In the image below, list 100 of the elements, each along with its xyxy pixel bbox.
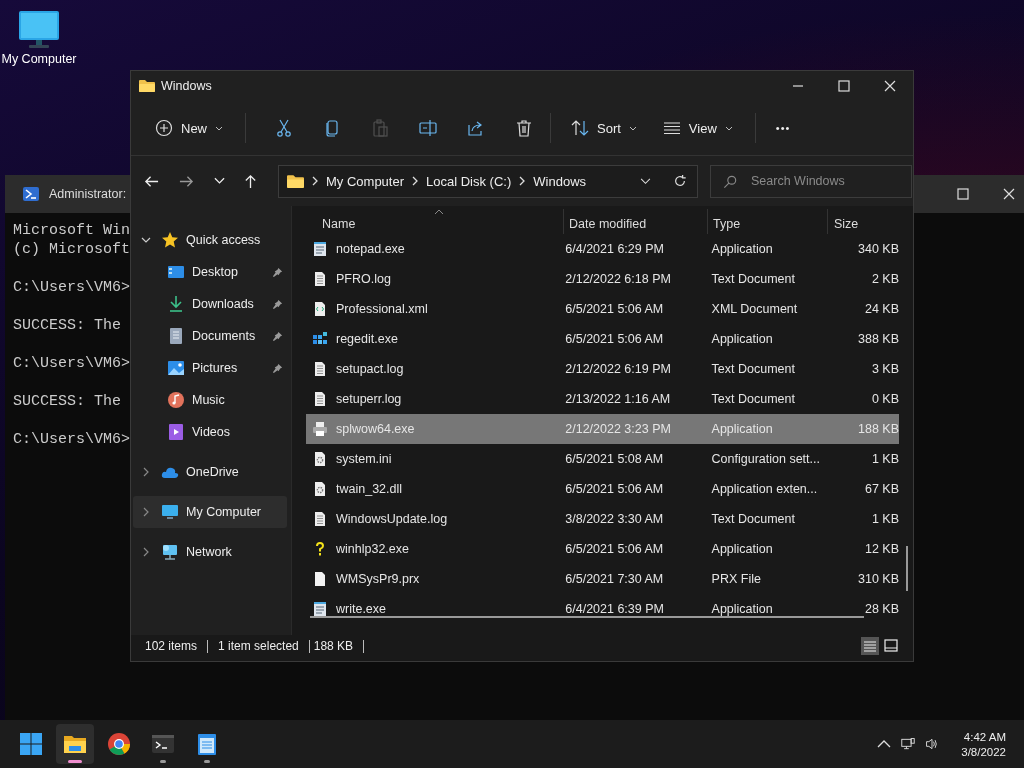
taskbar-app-button[interactable]: [56, 724, 94, 764]
search-field[interactable]: Search Windows: [710, 164, 912, 198]
nav-item[interactable]: Network: [133, 536, 287, 568]
maximize-icon[interactable]: [838, 80, 850, 92]
share-icon[interactable]: [467, 119, 485, 137]
refresh-icon[interactable]: [673, 174, 687, 188]
date-cell-text: 6/5/2021 5:06 AM: [564, 482, 665, 496]
type-cell-text: XML Document: [710, 302, 799, 316]
nav-item[interactable]: Downloads: [133, 288, 287, 320]
running-indicator: [204, 760, 210, 763]
nav-item[interactable]: Desktop: [133, 256, 287, 288]
column-header[interactable]: Name: [292, 209, 564, 234]
file-row[interactable]: splwow64.exe 2/12/2022 3:23 PM Application 188 KB: [306, 414, 899, 444]
four-squares-icon: [19, 732, 43, 756]
nav-item[interactable]: Music: [133, 384, 287, 416]
nav-item[interactable]: OneDrive: [133, 456, 287, 488]
chevron-right-icon: [312, 176, 318, 186]
file-name: setupact.log: [336, 362, 404, 376]
breadcrumb[interactable]: My Computer: [326, 173, 405, 189]
copy-icon[interactable]: [323, 119, 341, 137]
close-icon[interactable]: [884, 80, 896, 92]
pin-icon[interactable]: [272, 298, 283, 310]
gear-file-icon: [312, 481, 328, 497]
maximize-icon[interactable]: [957, 188, 969, 200]
picture-icon: [167, 359, 185, 377]
more-button[interactable]: •••: [769, 118, 797, 138]
nav-item[interactable]: Quick access: [133, 224, 287, 256]
file-row[interactable]: regedit.exe 6/5/2021 5:06 AM Application 388 KB: [306, 324, 899, 354]
scrollbar[interactable]: [310, 616, 864, 618]
pin-icon[interactable]: [272, 266, 283, 278]
date-cell-text: 6/4/2021 6:39 PM: [564, 602, 665, 616]
terminal-icon: [151, 732, 175, 756]
cut-icon[interactable]: [275, 119, 293, 137]
file-row[interactable]: Professional.xml 6/5/2021 5:06 AM XML Document 24 KB: [306, 294, 899, 324]
clock-time[interactable]: 4:42 AM: [963, 730, 1006, 743]
column-header[interactable]: Type: [708, 209, 828, 234]
printer-icon: [312, 421, 328, 437]
chevron-right-icon: [412, 176, 419, 186]
size-cell-text: 12 KB: [863, 542, 899, 556]
video-icon: [167, 423, 185, 441]
nav-item[interactable]: Documents: [133, 320, 287, 352]
file-name: WMSysPr9.prx: [336, 572, 420, 586]
sort-button[interactable]: Sort: [565, 115, 643, 141]
column-header[interactable]: Date modified: [564, 209, 708, 234]
pin-icon[interactable]: [272, 362, 283, 374]
chevron-down-icon[interactable]: [640, 177, 651, 185]
file-row[interactable]: system.ini 6/5/2021 5:08 AM Configuration sett... 1 KB: [306, 444, 899, 474]
chevron-right-icon[interactable]: [141, 507, 151, 517]
desktop-icon-label[interactable]: My Computer: [1, 52, 77, 66]
file-row[interactable]: twain_32.dll 6/5/2021 5:06 AM Application exten... 67 KB: [306, 474, 899, 504]
file-row[interactable]: WMSysPr9.prx 6/5/2021 7:30 AM PRX File 310 KB: [306, 564, 899, 594]
download-icon: [167, 295, 185, 313]
rename-icon[interactable]: [419, 119, 437, 137]
chevron-right-icon[interactable]: [141, 547, 151, 557]
delete-icon[interactable]: [515, 119, 533, 137]
close-icon[interactable]: [1003, 188, 1015, 200]
size-cell-text: 188 KB: [857, 422, 899, 436]
column-header[interactable]: Size: [828, 209, 888, 234]
file-row[interactable]: WindowsUpdate.log 3/8/2022 3:30 AM Text Document 1 KB: [306, 504, 899, 534]
file-row[interactable]: winhlp32.exe 6/5/2021 5:06 AM Application 12 KB: [306, 534, 899, 564]
size-cell-text: 24 KB: [863, 302, 899, 316]
clock-date[interactable]: 3/8/2022: [961, 745, 1006, 758]
chevron-down-icon[interactable]: [141, 235, 151, 245]
nav-item[interactable]: Videos: [133, 416, 287, 448]
terminal-line: SUCCESS: The: [13, 317, 122, 334]
view-button[interactable]: View: [656, 115, 739, 141]
breadcrumb[interactable]: Windows: [533, 173, 587, 189]
pin-icon[interactable]: [272, 330, 283, 342]
plus-icon: [155, 119, 173, 137]
up-icon[interactable]: [243, 173, 258, 189]
file-row[interactable]: write.exe 6/4/2021 6:39 PM Application 28 KB: [306, 594, 899, 624]
address-bar[interactable]: My Computer Local Disk (C:) Windows: [278, 164, 698, 198]
file-row[interactable]: setupact.log 2/12/2022 6:19 PM Text Document 3 KB: [306, 354, 899, 384]
star-icon: [161, 231, 179, 249]
nav-item[interactable]: My Computer: [133, 496, 287, 528]
size-cell-text: 388 KB: [857, 332, 899, 346]
network-icon[interactable]: [901, 737, 916, 751]
file-row[interactable]: setuperr.log 2/13/2022 1:16 AM Text Document 0 KB: [306, 384, 899, 414]
chevron-right-icon[interactable]: [141, 467, 151, 477]
type-cell-text: PRX File: [710, 572, 762, 586]
monitor-icon: [161, 503, 179, 521]
breadcrumb[interactable]: Local Disk (C:): [426, 173, 512, 189]
new-button[interactable]: New: [149, 115, 229, 141]
date-cell-text: 2/13/2022 1:16 AM: [564, 392, 672, 406]
size-cell-text: 340 KB: [857, 242, 899, 256]
nav-item[interactable]: Pictures: [133, 352, 287, 384]
folder-icon: [287, 173, 304, 189]
date-cell-text: 6/5/2021 5:06 AM: [564, 332, 665, 346]
caret-icon: [215, 125, 223, 131]
document-icon: [312, 271, 328, 287]
type-cell-text: Application exten...: [710, 482, 819, 496]
volume-icon[interactable]: [925, 737, 940, 751]
chevron-down-icon[interactable]: [214, 177, 225, 185]
tiles-view-icon[interactable]: [882, 637, 900, 655]
monitor-icon[interactable]: [17, 10, 61, 50]
scrollbar[interactable]: [906, 546, 908, 591]
file-row[interactable]: notepad.exe 6/4/2021 6:29 PM Application 340 KB: [306, 234, 899, 264]
file-name: system.ini: [336, 452, 392, 466]
music-icon: [167, 391, 185, 409]
file-row[interactable]: PFRO.log 2/12/2022 6:18 PM Text Document 2 KB: [306, 264, 899, 294]
